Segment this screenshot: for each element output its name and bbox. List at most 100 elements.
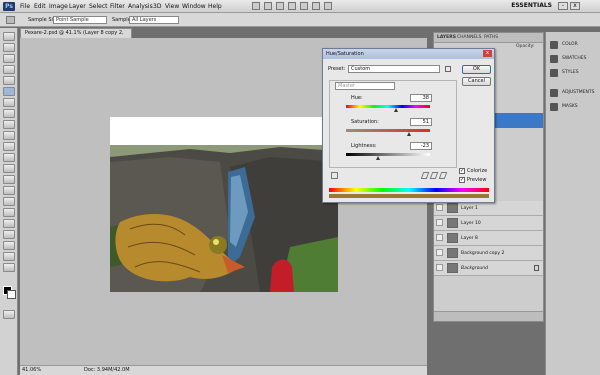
layer-row-background[interactable]: Background xyxy=(434,261,543,276)
saturation-input[interactable]: 51 xyxy=(410,118,432,126)
target-adjustment-icon[interactable] xyxy=(331,172,338,179)
zoom-icon[interactable] xyxy=(288,2,296,10)
shape-tool-icon[interactable] xyxy=(3,219,15,228)
menu-select[interactable]: Select xyxy=(89,3,108,10)
pen-tool-icon[interactable] xyxy=(3,186,15,195)
healing-brush-tool-icon[interactable] xyxy=(3,98,15,107)
3d-orbit-tool-icon[interactable] xyxy=(3,241,15,250)
visibility-eye-icon[interactable] xyxy=(436,264,443,271)
tab-layers[interactable]: LAYERS xyxy=(437,35,456,40)
background-color-swatch[interactable] xyxy=(7,290,16,299)
type-tool-icon[interactable] xyxy=(3,197,15,206)
menu-edit[interactable]: Edit xyxy=(34,3,46,10)
menu-view[interactable]: View xyxy=(165,3,179,10)
dock-masks[interactable]: MASKS xyxy=(548,100,599,114)
hand-icon[interactable] xyxy=(276,2,284,10)
history-brush-tool-icon[interactable] xyxy=(3,131,15,140)
sample-select[interactable]: All Layers xyxy=(129,16,179,24)
document-canvas[interactable] xyxy=(110,117,338,292)
preset-label: Preset: xyxy=(328,66,346,72)
zoom-tool-icon[interactable] xyxy=(3,263,15,272)
visibility-eye-icon[interactable] xyxy=(436,219,443,226)
colorize-checkbox[interactable]: ✓ xyxy=(459,168,465,174)
layer-thumbnail xyxy=(447,233,458,243)
minimize-icon[interactable]: - xyxy=(558,2,568,10)
mini-bridge-icon[interactable] xyxy=(264,2,272,10)
eyedropper-preset-icon[interactable] xyxy=(6,16,15,24)
arrange-documents-icon[interactable] xyxy=(312,2,320,10)
zoom-level[interactable]: 41.06% xyxy=(22,366,41,375)
colorize-label: Colorize xyxy=(467,168,488,174)
dock-adjustments[interactable]: ADJUSTMENTS xyxy=(548,86,599,100)
3d-rotate-tool-icon[interactable] xyxy=(3,230,15,239)
quick-mask-icon[interactable] xyxy=(3,310,15,319)
sample-size-select[interactable]: Point Sample xyxy=(53,16,107,24)
menu-file[interactable]: File xyxy=(20,3,30,10)
move-tool-icon[interactable] xyxy=(3,32,15,41)
tab-channels[interactable]: CHANNELS xyxy=(457,35,482,40)
visibility-eye-icon[interactable] xyxy=(436,204,443,211)
document-tab[interactable]: Pexare-2.psd @ 41.1% (Layer 8 copy 2, RG… xyxy=(20,28,132,45)
dock-color[interactable]: COLOR xyxy=(548,38,599,52)
dialog-title-bar[interactable]: Hue/Saturation x xyxy=(323,49,494,59)
layer-row-layer8[interactable]: Layer 8 xyxy=(434,231,543,246)
eraser-tool-icon[interactable] xyxy=(3,142,15,151)
hue-slider-thumb[interactable] xyxy=(394,108,399,112)
dock-label: ADJUSTMENTS xyxy=(562,90,595,95)
preview-checkbox[interactable]: ✓ xyxy=(459,177,465,183)
subtract-from-sample-icon[interactable] xyxy=(438,172,448,179)
lightness-input[interactable]: -23 xyxy=(410,142,432,150)
layer-row-background-copy-2[interactable]: Background copy 2 xyxy=(434,246,543,261)
close-icon[interactable]: x xyxy=(570,2,580,10)
menu-help[interactable]: Help xyxy=(208,3,222,10)
saturation-slider-thumb[interactable] xyxy=(406,132,411,136)
crop-tool-icon[interactable] xyxy=(3,76,15,85)
dodge-tool-icon[interactable] xyxy=(3,175,15,184)
app-logo: Ps xyxy=(3,2,15,11)
channel-select[interactable]: Master xyxy=(335,82,395,90)
brush-tool-icon[interactable] xyxy=(3,109,15,118)
rotate-view-icon[interactable] xyxy=(300,2,308,10)
menu-analysis[interactable]: Analysis xyxy=(128,3,153,10)
ok-button[interactable]: OK xyxy=(462,65,491,74)
menu-3d[interactable]: 3D xyxy=(153,3,161,10)
preset-select[interactable]: Custom xyxy=(348,65,440,73)
saturation-slider[interactable] xyxy=(346,129,430,132)
hue-input[interactable]: 38 xyxy=(410,94,432,102)
lightness-slider[interactable] xyxy=(346,153,430,156)
eyedropper-tool-icon[interactable] xyxy=(3,87,15,96)
hand-tool-icon[interactable] xyxy=(3,252,15,261)
adjustments-icon xyxy=(550,89,558,97)
eyedropper-icon[interactable] xyxy=(420,172,430,179)
blur-tool-icon[interactable] xyxy=(3,164,15,173)
cancel-button[interactable]: Cancel xyxy=(462,77,491,86)
menu-window[interactable]: Window xyxy=(182,3,206,10)
lasso-tool-icon[interactable] xyxy=(3,54,15,63)
document-size: Doc: 3.94M/42.0M xyxy=(84,367,130,373)
layer-row-layer10[interactable]: Layer 10 xyxy=(434,216,543,231)
workspace-switcher[interactable]: ESSENTIALS xyxy=(511,2,552,9)
menu-filter[interactable]: Filter xyxy=(110,3,125,10)
menu-layer[interactable]: Layer xyxy=(69,3,86,10)
clone-stamp-tool-icon[interactable] xyxy=(3,120,15,129)
lightness-slider-thumb[interactable] xyxy=(375,156,380,160)
tab-paths[interactable]: PATHS xyxy=(484,35,498,40)
path-select-tool-icon[interactable] xyxy=(3,208,15,217)
marquee-tool-icon[interactable] xyxy=(3,43,15,52)
opacity-label: Opacity: xyxy=(516,44,535,49)
screen-mode-icon[interactable] xyxy=(324,2,332,10)
dock-swatches[interactable]: SWATCHES xyxy=(548,52,599,66)
dock-styles[interactable]: STYLES xyxy=(548,66,599,80)
bridge-icon[interactable] xyxy=(252,2,260,10)
quick-select-tool-icon[interactable] xyxy=(3,65,15,74)
menu-image[interactable]: Image xyxy=(49,3,68,10)
close-icon[interactable]: x xyxy=(483,50,492,57)
hue-slider[interactable] xyxy=(346,105,430,108)
gradient-tool-icon[interactable] xyxy=(3,153,15,162)
visibility-eye-icon[interactable] xyxy=(436,249,443,256)
layer-row-layer1[interactable]: Layer 1 xyxy=(434,201,543,216)
saturation-label: Saturation: xyxy=(351,119,379,125)
visibility-eye-icon[interactable] xyxy=(436,234,443,241)
add-to-sample-icon[interactable] xyxy=(429,172,439,179)
preset-options-icon[interactable] xyxy=(445,66,451,72)
